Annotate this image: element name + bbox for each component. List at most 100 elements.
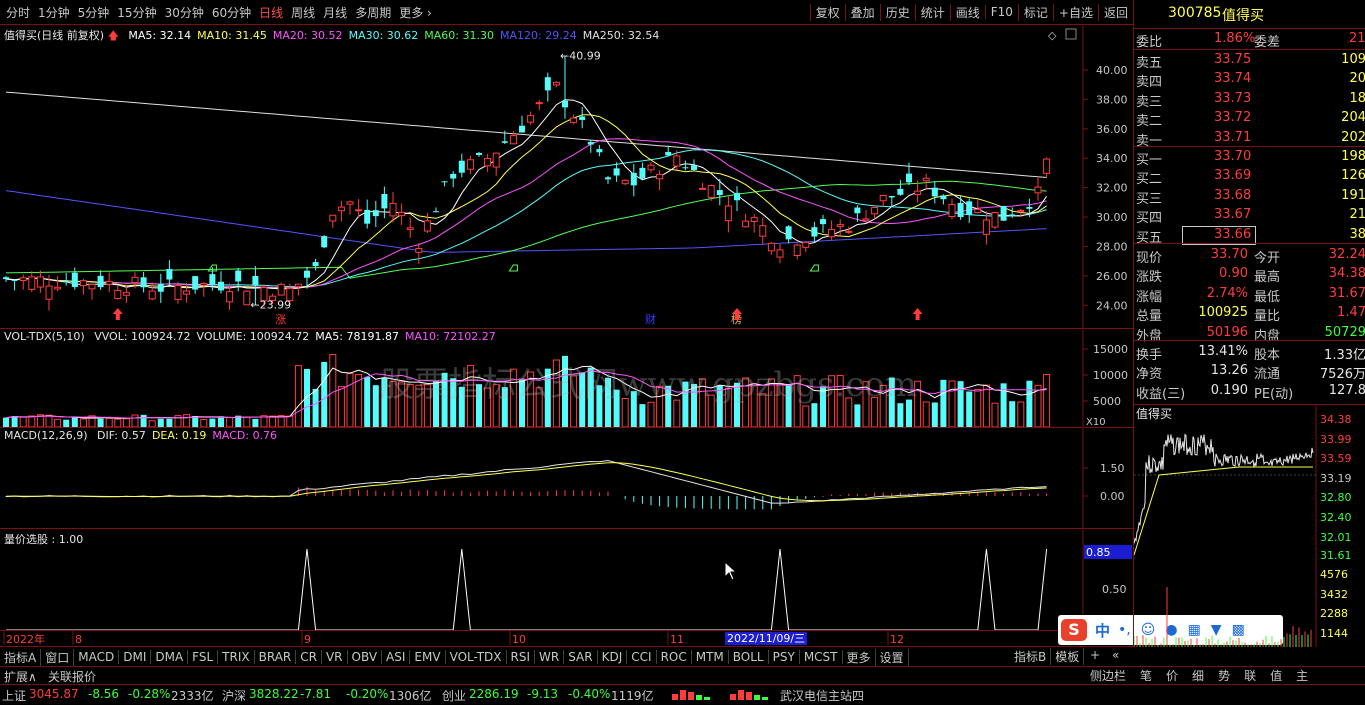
indicator-tab-24[interactable]: 更多 (843, 648, 876, 666)
side-tab-1[interactable]: 笔 (1133, 667, 1159, 684)
indicator-tab-25[interactable]: 设置 (876, 648, 909, 666)
toolbar-button-1[interactable]: 叠加 (844, 3, 880, 21)
indicator-tab-13[interactable]: VOL-TDX (446, 650, 507, 664)
cy-label[interactable]: 创业 (442, 687, 466, 704)
side-tab-5[interactable]: 联 (1237, 667, 1263, 684)
indicator-tab-0[interactable]: 指标A (0, 648, 42, 666)
intraday-mini-chart[interactable]: 值得买 34.38 33.99 33.59 33.19 32.80 32.40 32.01 3… (1133, 404, 1365, 647)
indicator-tab-right-0[interactable]: 指标B (1010, 648, 1052, 665)
candle (192, 276, 199, 290)
indicator-tab-16[interactable]: SAR (564, 650, 598, 664)
toolbar-button-4[interactable]: 画线 (949, 3, 985, 21)
period-tab-9[interactable]: 多周期 (351, 4, 395, 21)
macd-panel[interactable]: 1.50 0.00 MACD(12,26,9) DIF: 0.57 DEA: 0.1… (0, 428, 1133, 529)
side-tab-6[interactable]: 值 (1263, 667, 1289, 684)
order-row[interactable]: 卖五 33.75 109 (1134, 51, 1365, 71)
toolbar-button-7[interactable]: +自选 (1052, 3, 1098, 21)
order-row[interactable]: 买二 33.69 126 (1134, 167, 1365, 187)
indicator-tab-9[interactable]: VR (322, 650, 348, 664)
stat-label: 今开 (1254, 251, 1281, 266)
related-quote-button[interactable]: 关联报价 (48, 668, 96, 685)
toolbar-button-3[interactable]: 统计 (914, 3, 950, 21)
ime-punct-icon[interactable]: •, (1118, 622, 1131, 638)
indicator-tab-18[interactable]: CCI (627, 650, 657, 664)
period-tab-7[interactable]: 周线 (287, 4, 319, 21)
candle (519, 125, 525, 133)
toolbar-button-8[interactable]: 返回 (1097, 3, 1133, 21)
period-tab-5[interactable]: 60分钟 (208, 4, 255, 21)
order-row[interactable]: 卖一 33.71 202 (1134, 129, 1365, 149)
sz-label[interactable]: 沪深 (222, 687, 246, 704)
period-tab-1[interactable]: 1分钟 (34, 4, 74, 21)
order-volume: 21 (1349, 207, 1365, 223)
collapse-tabs-icon[interactable]: « (1112, 648, 1119, 662)
expand-button[interactable]: 扩展∧ (4, 668, 37, 685)
order-volume: 20 (1349, 71, 1365, 87)
stat-value: 100925 (1198, 305, 1248, 321)
x-tick: 10 (512, 633, 526, 646)
period-tab-10[interactable]: 更多 › (395, 4, 436, 21)
indicator-tab-2[interactable]: MACD (74, 650, 120, 664)
mini-y-tick: 3432 (1320, 588, 1348, 601)
indicator-tab-20[interactable]: MTM (692, 650, 729, 664)
indicator-tab-15[interactable]: WR (535, 650, 565, 664)
order-row[interactable]: 买四 33.67 21 (1134, 206, 1365, 226)
toolbar-button-0[interactable]: 复权 (809, 3, 845, 21)
indicator-tab-5[interactable]: FSL (188, 650, 219, 664)
indicator-tab-21[interactable]: BOLL (729, 650, 769, 664)
order-row[interactable]: 卖四 33.74 20 (1134, 70, 1365, 90)
indicator-tab-23[interactable]: MCST (800, 650, 843, 664)
order-row[interactable]: 卖二 33.72 204 (1134, 109, 1365, 129)
indicator-tab-4[interactable]: DMA (151, 650, 189, 664)
indicator-tab-10[interactable]: OBV (348, 650, 383, 664)
server-name[interactable]: 武汉电信主站四 (780, 687, 864, 704)
indicator-tab-8[interactable]: CR (296, 650, 322, 664)
indicator-tab-7[interactable]: BRAR (255, 650, 297, 664)
candle (982, 219, 990, 235)
period-tab-3[interactable]: 15分钟 (113, 4, 160, 21)
sh-label[interactable]: 上证 (2, 687, 26, 704)
add-tab-icon[interactable]: + (1090, 648, 1100, 662)
period-tab-8[interactable]: 月线 (319, 4, 351, 21)
ime-lang[interactable]: 中 (1095, 620, 1110, 641)
side-tab-3[interactable]: 细 (1185, 667, 1211, 684)
order-row[interactable]: 买三 33.68 191 (1134, 187, 1365, 207)
sz-value: 3828.22 (249, 687, 299, 701)
indicator-tab-19[interactable]: ROC (657, 650, 692, 664)
side-tab-4[interactable]: 势 (1211, 667, 1237, 684)
indicator-tab-6[interactable]: TRIX (218, 650, 255, 664)
side-tab-2[interactable]: 价 (1159, 667, 1185, 684)
period-tab-6[interactable]: 日线 (255, 4, 287, 21)
side-tab-0[interactable]: 侧边栏 (1083, 667, 1133, 684)
period-tab-0[interactable]: 分时 (2, 4, 34, 21)
ime-logo-icon[interactable]: S (1061, 619, 1087, 641)
vol-y-tick: 10000 (1093, 369, 1128, 382)
toolbar-button-5[interactable]: F10 (984, 5, 1018, 19)
indicator-tab-12[interactable]: EMV (410, 650, 446, 664)
order-row[interactable]: 买一 33.70 198 (1134, 148, 1365, 168)
toolbar-button-6[interactable]: 标记 (1017, 3, 1053, 21)
indicator-tab-3[interactable]: DMI (119, 650, 152, 664)
volume-bar (71, 416, 78, 427)
stat-value: 50196 (1206, 324, 1248, 340)
stock-select-panel[interactable]: 0.85 0.50 量价选股 : 1.00 (0, 529, 1133, 630)
volume-panel[interactable]: 15000 10000 5000 X10 VOL-TDX(5,10) VVOL: 10… (0, 329, 1133, 428)
order-label: 买一 (1136, 153, 1163, 168)
order-row[interactable]: 买五 33.66 38 (1134, 225, 1365, 246)
candle (691, 165, 697, 170)
toolbar-button-2[interactable]: 历史 (879, 3, 915, 21)
x-tick: 12 (890, 633, 904, 646)
order-row[interactable]: 卖三 33.73 18 (1134, 90, 1365, 110)
indicator-tab-17[interactable]: KDJ (598, 650, 628, 664)
candle (355, 209, 363, 212)
period-tab-2[interactable]: 5分钟 (74, 4, 114, 21)
candle (105, 280, 113, 285)
mini-y-tick: 32.80 (1320, 491, 1352, 504)
indicator-tab-1[interactable]: 窗口 (41, 648, 75, 666)
indicator-tab-11[interactable]: ASI (382, 650, 411, 664)
indicator-tab-14[interactable]: RSI (507, 650, 536, 664)
kline-panel[interactable]: 值得买(日线 前复权) 🡅 MA5: 32.14 MA10: 31.45 MA20:… (0, 25, 1133, 329)
indicator-tab-22[interactable]: PSY (769, 650, 800, 664)
side-tab-7[interactable]: 主 (1289, 667, 1315, 684)
period-tab-4[interactable]: 30分钟 (161, 4, 208, 21)
